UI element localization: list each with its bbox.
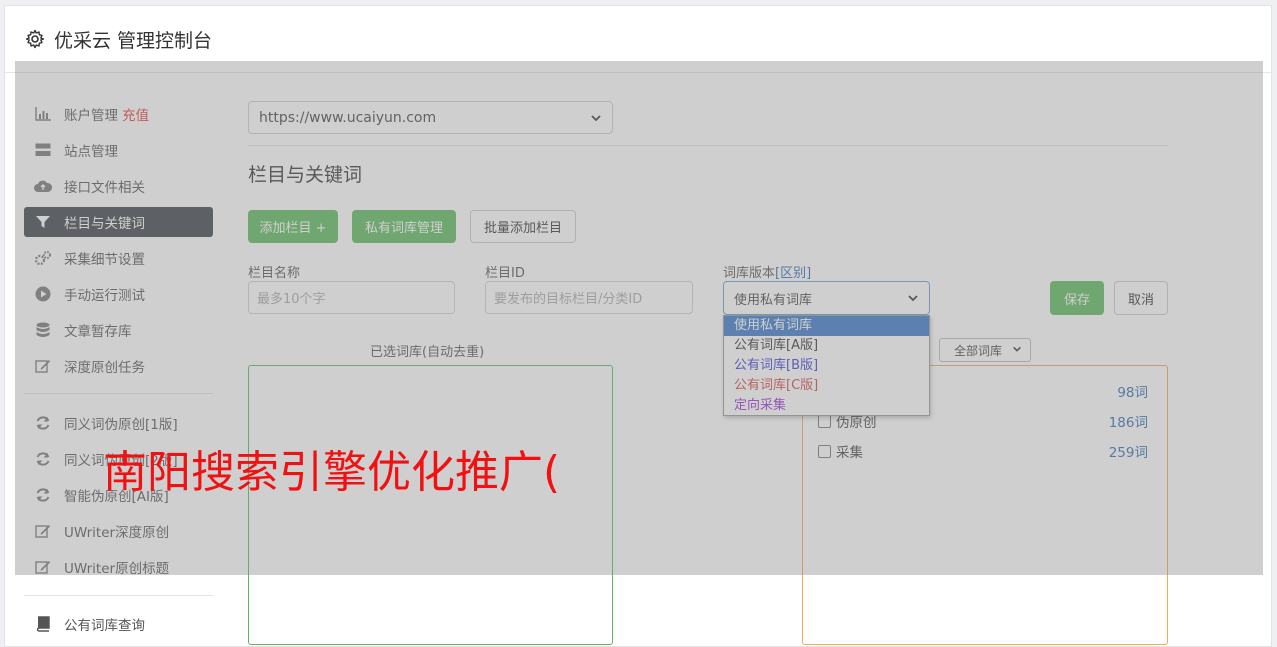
sidebar-item-label: 公有词库查询 [64, 618, 145, 634]
sidebar-item-public-lib[interactable]: 公有词库查询 [24, 609, 213, 639]
gear-icon [24, 28, 46, 50]
book-icon [34, 615, 52, 633]
watermark-text: 南阳搜索引擎优化推广( [103, 447, 561, 498]
page-title: 优采云 管理控制台 [54, 29, 213, 52]
sidebar-divider [24, 595, 213, 596]
